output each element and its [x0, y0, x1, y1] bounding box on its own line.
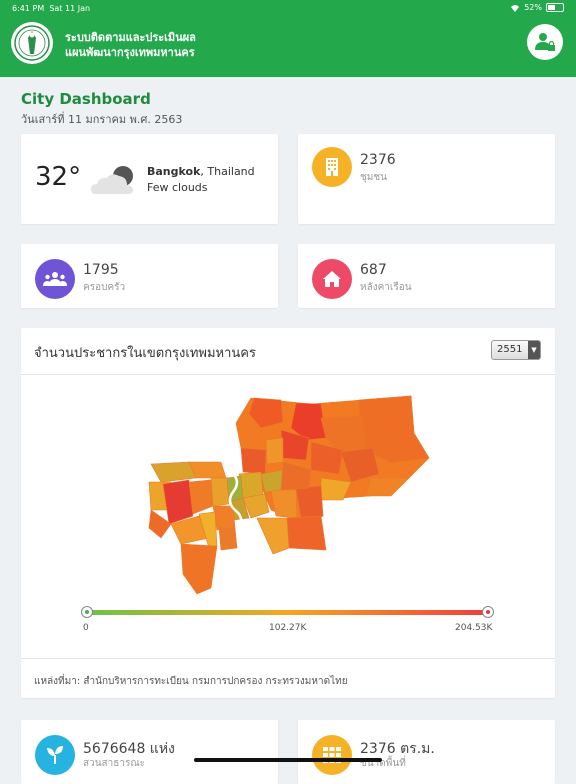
building-icon [326, 158, 338, 176]
district [150, 461, 197, 483]
stat-card-area: 2376 ตร.ม. ขนาดพื้นที่ [298, 720, 555, 784]
app-header: 6:41 PM Sat 11 Jan 52% ระบบติดตามและประเ… [0, 0, 576, 77]
map-divider-bottom [21, 658, 555, 659]
user-lock-icon [535, 33, 555, 51]
stat-label: สวนสาธารณะ [83, 758, 146, 769]
bangkok-population-map [148, 395, 430, 595]
home-indicator[interactable] [194, 758, 382, 762]
legend-min-label: 0 [83, 623, 89, 633]
district [240, 447, 267, 475]
stat-card-parks: 5676648 แห่ง สวนสาธารณะ [21, 720, 278, 784]
stat-label: ชุมชน [360, 172, 388, 183]
battery-percent: 52% [524, 3, 542, 12]
sprout-icon [47, 746, 63, 764]
district [295, 485, 324, 519]
weather-location: Bangkok, Thailand [147, 165, 255, 178]
page-title: City Dashboard [21, 90, 151, 108]
user-lock-button[interactable] [527, 24, 563, 60]
stat-label: ครอบครัว [83, 282, 126, 293]
district [180, 543, 218, 595]
temperature: 32° [35, 162, 82, 192]
stat-icon-circle [35, 259, 75, 299]
wifi-icon [511, 4, 520, 12]
stat-card-families: 1795 ครอบครัว [21, 244, 278, 308]
status-bar: 6:41 PM Sat 11 Jan 52% [0, 0, 576, 16]
stat-icon-circle [312, 259, 352, 299]
family-icon [43, 272, 67, 286]
chevron-down-icon: ▼ [528, 341, 540, 359]
weather-card: 32° Bangkok, Thailand Few clouds [21, 134, 278, 224]
app-title-line1: ระบบติดตามและประเมินผล [65, 31, 196, 44]
stat-card-communities: 2376 ชุมชน [298, 134, 555, 224]
app-title: ระบบติดตามและประเมินผล แผนพัฒนากรุงเทพมห… [65, 30, 196, 60]
few-clouds-icon [91, 166, 133, 194]
map-title: จำนวนประชากรในเขตกรุงเทพมหานคร [34, 346, 256, 361]
legend-mid-label: 102.27K [269, 623, 307, 633]
city-logo [11, 22, 53, 64]
legend-min-handle[interactable] [81, 606, 93, 618]
district [265, 437, 284, 465]
page-date: วันเสาร์ที่ 11 มกราคม พ.ศ. 2563 [21, 113, 183, 126]
district [256, 517, 290, 555]
district [218, 527, 238, 551]
stat-label: หลังคาเรือน [360, 282, 412, 293]
map-divider-top [21, 374, 555, 375]
stat-value: 687 [360, 262, 387, 278]
legend-gradient-bar [87, 610, 488, 615]
status-time: 6:41 PM Sat 11 Jan [12, 4, 91, 13]
year-select[interactable]: 2551 ▼ [491, 340, 541, 360]
house-icon [323, 271, 341, 287]
stat-value: 1795 [83, 262, 119, 278]
district [270, 489, 298, 519]
stat-icon-circle [35, 735, 75, 775]
stat-icon-circle [312, 735, 352, 775]
district [212, 505, 236, 531]
stat-icon-circle [312, 147, 352, 187]
district [365, 477, 410, 497]
legend-max-label: 204.53K [455, 623, 493, 633]
emblem-icon [14, 25, 50, 61]
app-title-line2: แผนพัฒนากรุงเทพมหานคร [65, 46, 195, 59]
population-map-card: จำนวนประชากรในเขตกรุงเทพมหานคร 2551 ▼ 0 … [21, 328, 555, 698]
district [162, 479, 194, 525]
district [260, 469, 284, 493]
data-source: แหล่งที่มา: สำนักบริหารการทะเบียน กรมการ… [34, 676, 348, 687]
weather-condition: Few clouds [147, 181, 208, 194]
stat-value: 2376 [360, 152, 396, 168]
stat-card-households: 687 หลังคาเรือน [298, 244, 555, 308]
district [188, 479, 214, 515]
district [286, 515, 327, 551]
year-select-value: 2551 [497, 344, 523, 355]
battery-icon [546, 3, 564, 12]
status-right: 52% [510, 3, 564, 12]
legend-max-handle[interactable] [482, 606, 494, 618]
district [210, 477, 230, 507]
